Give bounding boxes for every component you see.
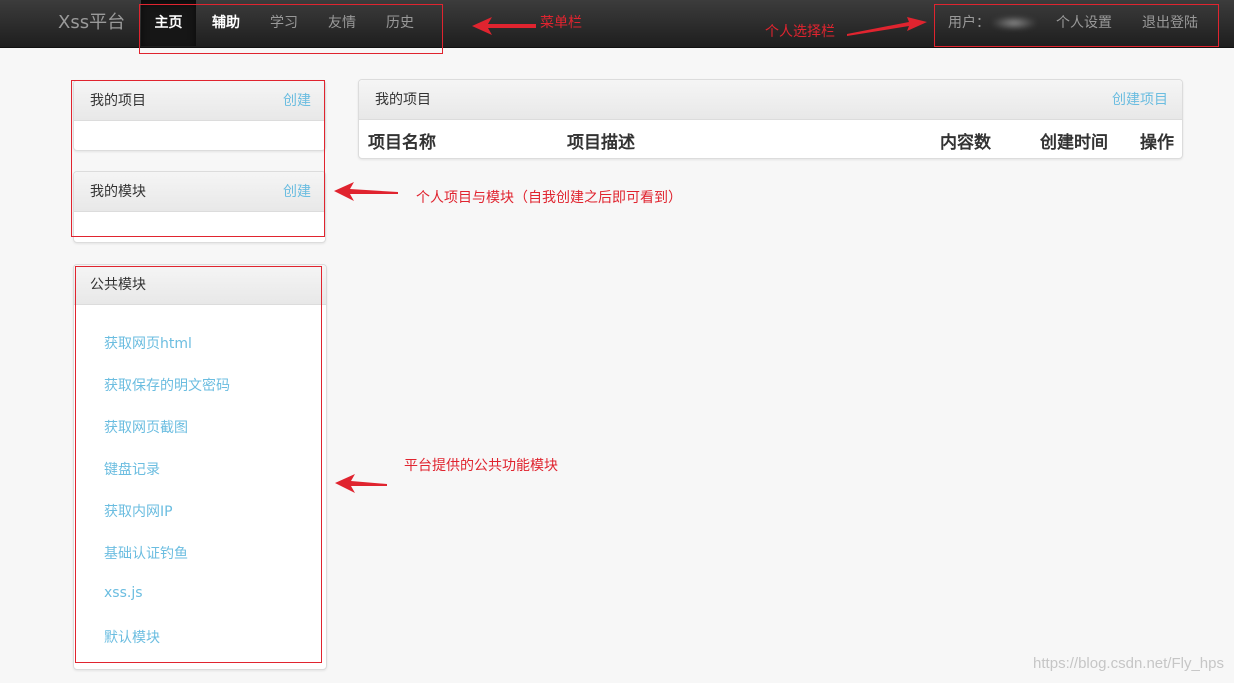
module-link-get-html[interactable]: 获取网页html: [104, 333, 192, 353]
annotation-arrow-menu-icon: [472, 17, 536, 35]
create-module-link[interactable]: 创建: [283, 172, 311, 212]
projects-table-header: 我的项目 创建项目: [359, 80, 1182, 120]
annotation-public-modules: 平台提供的公共功能模块: [404, 458, 558, 474]
brand-logo[interactable]: Xss平台: [58, 0, 125, 48]
module-link-saved-passwords[interactable]: 获取保存的明文密码: [104, 375, 230, 395]
user-info: 用户：: [948, 0, 1036, 46]
watermark: https://blog.csdn.net/Fly_hps: [1033, 655, 1224, 672]
my-modules-title: 我的模块: [90, 184, 146, 200]
col-content-count: 内容数: [940, 133, 991, 153]
col-created-time: 创建时间: [1040, 133, 1108, 153]
annotation-arrow-personal-icon: [334, 182, 398, 201]
my-modules-panel: 我的模块 创建: [73, 171, 326, 243]
user-label: 用户：: [948, 15, 990, 31]
username-redacted: [992, 16, 1036, 30]
projects-table-panel: 我的项目 创建项目 项目名称 项目描述 内容数 创建时间 操作: [358, 79, 1183, 159]
settings-link[interactable]: 个人设置: [1056, 0, 1112, 46]
top-navbar: Xss平台 主页 辅助 学习 友情 历史 用户： 个人设置 退出登陆: [0, 0, 1234, 48]
annotation-personal-projects: 个人项目与模块（自我创建之后即可看到）: [416, 190, 682, 206]
col-project-desc: 项目描述: [567, 133, 635, 153]
annotation-arrow-public-icon: [335, 474, 387, 493]
nav-history[interactable]: 历史: [373, 0, 427, 46]
module-link-intranet-ip[interactable]: 获取内网IP: [104, 501, 173, 521]
create-project-button[interactable]: 创建项目: [1112, 80, 1168, 120]
my-projects-title: 我的项目: [90, 93, 146, 109]
public-modules-panel: 公共模块 获取网页html 获取保存的明文密码 获取网页截图 键盘记录 获取内网…: [73, 264, 327, 670]
create-project-link[interactable]: 创建: [283, 81, 311, 121]
nav-assist[interactable]: 辅助: [199, 0, 253, 46]
module-link-default[interactable]: 默认模块: [104, 627, 160, 647]
col-actions: 操作: [1140, 133, 1174, 153]
module-link-keylogger[interactable]: 键盘记录: [104, 459, 160, 479]
module-link-xss-js[interactable]: xss.js: [104, 585, 143, 601]
logout-link[interactable]: 退出登陆: [1142, 0, 1198, 46]
module-link-basic-auth-phishing[interactable]: 基础认证钓鱼: [104, 543, 188, 563]
public-modules-title: 公共模块: [90, 277, 146, 293]
col-project-name: 项目名称: [368, 133, 436, 153]
public-modules-header: 公共模块: [74, 265, 326, 305]
annotation-arrow-user-icon: [847, 17, 927, 36]
nav-home[interactable]: 主页: [141, 0, 196, 46]
my-projects-header: 我的项目 创建: [74, 81, 325, 121]
my-projects-panel: 我的项目 创建: [73, 80, 326, 151]
annotation-menu-bar: 菜单栏: [540, 15, 582, 31]
annotation-personal-bar: 个人选择栏: [765, 24, 835, 40]
projects-table-title: 我的项目: [375, 92, 431, 108]
nav-learn[interactable]: 学习: [257, 0, 311, 46]
my-modules-header: 我的模块 创建: [74, 172, 325, 212]
nav-friends[interactable]: 友情: [315, 0, 369, 46]
module-link-screenshot[interactable]: 获取网页截图: [104, 417, 188, 437]
